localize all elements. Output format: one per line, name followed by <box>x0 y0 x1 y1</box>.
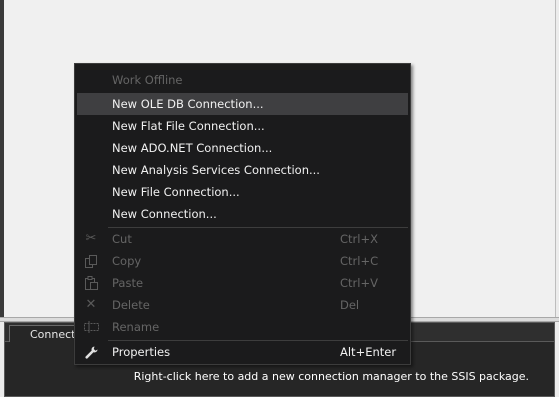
menu-item-new-analysis-services-connection[interactable]: New Analysis Services Connection... <box>77 159 408 181</box>
menu-item-label: Paste <box>112 276 144 290</box>
menu-item-label: Properties <box>112 345 171 359</box>
menu-item-label: Delete <box>112 298 150 312</box>
delete-icon: ✕ <box>85 297 97 312</box>
menu-item-label: Copy <box>112 254 142 268</box>
menu-item-shortcut: Alt+Enter <box>340 345 397 359</box>
menu-item-delete[interactable]: ✕ Delete Del <box>77 294 408 316</box>
menu-item-label: Work Offline <box>112 73 183 87</box>
menu-item-new-ole-db-connection[interactable]: New OLE DB Connection... <box>77 93 408 115</box>
context-menu: Work Offline New OLE DB Connection... Ne… <box>74 63 411 365</box>
menu-item-label: New Connection... <box>112 207 217 221</box>
menu-item-copy[interactable]: Copy Ctrl+C <box>77 250 408 272</box>
menu-item-shortcut: Ctrl+C <box>340 254 379 268</box>
menu-item-label: New File Connection... <box>112 185 240 199</box>
rename-icon <box>83 319 99 335</box>
menu-item-label: New OLE DB Connection... <box>112 97 264 111</box>
menu-item-new-ado-net-connection[interactable]: New ADO.NET Connection... <box>77 137 408 159</box>
menu-item-rename[interactable]: Rename <box>77 316 408 338</box>
menu-item-label: New ADO.NET Connection... <box>112 141 273 155</box>
menu-item-label: New Flat File Connection... <box>112 119 265 133</box>
menu-item-new-connection[interactable]: New Connection... <box>77 203 408 225</box>
menu-item-paste[interactable]: Paste Ctrl+V <box>77 272 408 294</box>
scissors-icon: ✂ <box>85 231 97 246</box>
paste-icon <box>83 275 99 291</box>
menu-item-label: Cut <box>112 232 132 246</box>
menu-item-shortcut: Del <box>340 298 360 312</box>
connection-managers-hint: Right-click here to add a new connection… <box>133 370 529 383</box>
wrench-icon <box>83 344 99 360</box>
menu-item-cut[interactable]: ✂ Cut Ctrl+X <box>77 228 408 250</box>
menu-item-new-file-connection[interactable]: New File Connection... <box>77 181 408 203</box>
menu-item-new-flat-file-connection[interactable]: New Flat File Connection... <box>77 115 408 137</box>
menu-item-shortcut: Ctrl+X <box>340 232 378 246</box>
copy-icon <box>83 253 99 269</box>
menu-item-shortcut: Ctrl+V <box>340 276 378 290</box>
menu-item-label: Rename <box>112 320 160 334</box>
menu-item-work-offline[interactable]: Work Offline <box>77 69 408 91</box>
menu-item-properties[interactable]: Properties Alt+Enter <box>77 341 408 363</box>
menu-item-label: New Analysis Services Connection... <box>112 163 320 177</box>
